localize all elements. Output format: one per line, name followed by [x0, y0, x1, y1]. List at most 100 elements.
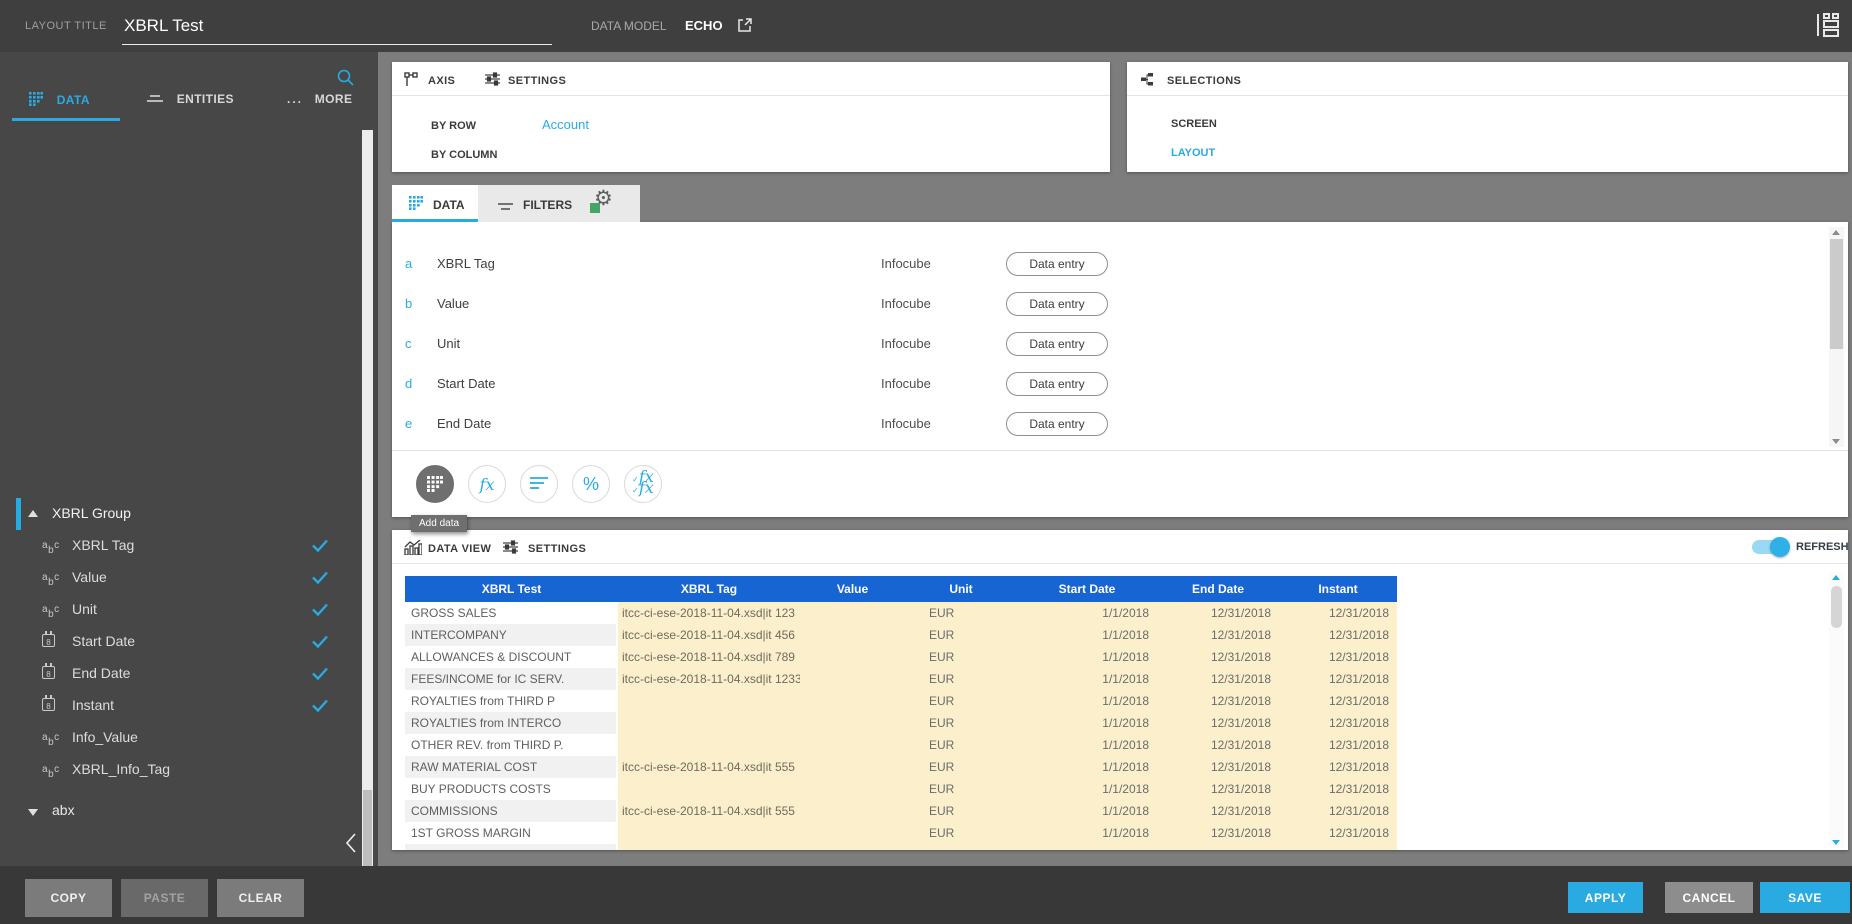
field-row-end-date[interactable]: eEnd DateInfocubeData entry: [392, 404, 1812, 444]
collapse-triangle-icon[interactable]: [28, 510, 38, 517]
layout-settings-gear-icon[interactable]: ⚙: [586, 185, 622, 222]
tab-data-view[interactable]: DATA VIEW: [428, 543, 491, 555]
toggle-knob[interactable]: [1770, 537, 1790, 557]
paste-button[interactable]: PASTE: [121, 879, 208, 917]
scroll-down-icon[interactable]: [1832, 439, 1840, 444]
formula-check-button[interactable]: ✓fx✓fx: [624, 465, 662, 503]
column-header-xbrl-test[interactable]: XBRL Test: [405, 576, 618, 602]
add-data-button[interactable]: [416, 465, 454, 503]
settings-sliders-icon: [503, 540, 518, 559]
table-row-intercompany[interactable]: INTERCOMPANYitcc-ci-ese-2018-11-04.xsd|i…: [405, 624, 1397, 646]
table-row-royalties-from-interco[interactable]: ROYALTIES from INTERCOEUR1/1/201812/31/2…: [405, 712, 1397, 734]
cell: 12/31/2018: [1279, 756, 1397, 778]
cell: 1/1/2018: [1017, 800, 1157, 822]
table-row-commissions[interactable]: COMMISSIONSitcc-ci-ese-2018-11-04.xsd|it…: [405, 800, 1397, 822]
percent-button[interactable]: %: [572, 465, 610, 503]
data-entry-button[interactable]: Data entry: [1006, 292, 1108, 316]
grid-icon: [409, 196, 423, 215]
tree-item-end-date[interactable]: 8End Date: [0, 658, 356, 690]
scroll-down-icon[interactable]: [1832, 840, 1840, 845]
tree-item-start-date[interactable]: 8Start Date: [0, 626, 356, 658]
collapse-sidebar-icon[interactable]: [344, 832, 360, 854]
tree-item-info-value[interactable]: abcInfo_Value: [0, 722, 356, 754]
field-row-start-date[interactable]: dStart DateInfocubeData entry: [392, 364, 1812, 404]
tree-item-unit[interactable]: abcUnit: [0, 594, 356, 626]
tab-filters-label: FILTERS: [523, 198, 572, 212]
table-row-allowances-discount[interactable]: ALLOWANCES & DISCOUNTitcc-ci-ese-2018-11…: [405, 646, 1397, 668]
check-fx-icon: ✓fx✓fx: [632, 473, 654, 495]
scroll-up-icon[interactable]: [1832, 230, 1840, 235]
table-row-other-rev-from-third-p[interactable]: OTHER REV. from THIRD P.EUR1/1/201812/31…: [405, 734, 1397, 756]
field-row-unit[interactable]: cUnitInfocubeData entry: [392, 324, 1812, 364]
table-row-fees-income-for-ic-serv[interactable]: FEES/INCOME for IC SERV.itcc-ci-ese-2018…: [405, 668, 1397, 690]
copy-button[interactable]: COPY: [25, 879, 112, 917]
data-entry-button[interactable]: Data entry: [1006, 252, 1108, 276]
field-row-xbrl-tag[interactable]: aXBRL TagInfocubeData entry: [392, 244, 1812, 284]
data-entry-button[interactable]: Data entry: [1006, 372, 1108, 396]
sidebar-tab-data[interactable]: DATA: [29, 92, 90, 120]
save-button[interactable]: SAVE: [1760, 882, 1850, 913]
scrollbar-thumb[interactable]: [1831, 586, 1842, 628]
tree-item-xbrl-tag[interactable]: abcXBRL Tag: [0, 530, 356, 562]
tab-filters[interactable]: FILTERS ⚙: [478, 185, 640, 222]
sidebar-scrollbar[interactable]: [362, 130, 373, 878]
refresh-toggle[interactable]: [1752, 540, 1788, 554]
field-name: Value: [437, 296, 469, 311]
table-row-salaries[interactable]: SALARIESitcc-ci-ese-2018-11-04.xsd|it 99…: [405, 844, 1397, 850]
clear-button[interactable]: CLEAR: [217, 879, 304, 917]
sort-button[interactable]: [520, 465, 558, 503]
tab-data[interactable]: DATA: [392, 185, 478, 222]
layout-designer-icon[interactable]: [1814, 13, 1840, 37]
cell: 1/1/2018: [1017, 668, 1157, 690]
tree-item-xbrl-info-tag[interactable]: abcXBRL_Info_Tag: [0, 754, 356, 786]
tab-axis-settings[interactable]: SETTINGS: [508, 75, 566, 87]
scrollbar-thumb[interactable]: [363, 790, 372, 878]
sidebar-tab-entities[interactable]: ENTITIES: [147, 92, 234, 120]
apply-button[interactable]: APPLY: [1568, 882, 1643, 913]
data-entry-button[interactable]: Data entry: [1006, 412, 1108, 436]
column-header-xbrl-tag[interactable]: XBRL Tag: [618, 576, 800, 602]
active-tab-underline: [392, 219, 478, 222]
formula-button[interactable]: fx: [468, 465, 506, 503]
column-header-value[interactable]: Value: [800, 576, 905, 602]
field-row-value[interactable]: bValueInfocubeData entry: [392, 284, 1812, 324]
by-row-value[interactable]: Account: [542, 117, 589, 132]
table-row-buy-products-costs[interactable]: BUY PRODUCTS COSTSEUR1/1/201812/31/20181…: [405, 778, 1397, 800]
search-icon[interactable]: [336, 68, 355, 87]
cell: itcc-ci-ese-2018-11-04.xsd|it 555: [618, 756, 800, 778]
tree-group-xbrl-group[interactable]: XBRL Group: [0, 498, 356, 530]
column-header-unit[interactable]: Unit: [905, 576, 1017, 602]
column-header-end-date[interactable]: End Date: [1157, 576, 1279, 602]
cell: [800, 734, 905, 756]
selections-layout-link[interactable]: LAYOUT: [1171, 147, 1215, 159]
cell: ROYALTIES from INTERCO: [405, 712, 618, 734]
tree-item-value[interactable]: abcValue: [0, 562, 356, 594]
data-view-scrollbar[interactable]: [1829, 572, 1844, 848]
cell: 12/31/2018: [1157, 602, 1279, 624]
sidebar-tab-more[interactable]: ... MORE: [287, 92, 352, 120]
expand-triangle-icon[interactable]: [28, 809, 38, 816]
data-panel-scrollbar[interactable]: [1829, 227, 1844, 447]
table-row-1st-gross-margin[interactable]: 1ST GROSS MARGINEUR1/1/201812/31/201812/…: [405, 822, 1397, 844]
top-bar: LAYOUT TITLE DATA MODEL ECHO: [0, 0, 1852, 52]
tab-data-view-settings[interactable]: SETTINGS: [528, 543, 586, 555]
column-header-start-date[interactable]: Start Date: [1017, 576, 1157, 602]
tree-item-instant[interactable]: 8Instant: [0, 690, 356, 722]
cell: 12/31/2018: [1279, 778, 1397, 800]
column-header-instant[interactable]: Instant: [1279, 576, 1397, 602]
selections-screen-link[interactable]: SCREEN: [1171, 118, 1217, 130]
layout-title-input[interactable]: [122, 7, 552, 45]
table-row-raw-material-cost[interactable]: RAW MATERIAL COSTitcc-ci-ese-2018-11-04.…: [405, 756, 1397, 778]
table-row-gross-sales[interactable]: GROSS SALESitcc-ci-ese-2018-11-04.xsd|it…: [405, 602, 1397, 624]
cell: 1/1/2018: [1017, 712, 1157, 734]
tree-group-abx[interactable]: abx: [0, 796, 356, 826]
data-entry-button[interactable]: Data entry: [1006, 332, 1108, 356]
cancel-button[interactable]: CANCEL: [1665, 882, 1753, 913]
scroll-up-icon[interactable]: [1832, 575, 1840, 580]
check-icon: [312, 571, 328, 589]
scrollbar-thumb[interactable]: [1830, 239, 1843, 349]
tree-item-label: Value: [72, 569, 107, 585]
external-link-icon[interactable]: [737, 17, 753, 33]
tab-axis[interactable]: AXIS: [428, 75, 455, 87]
table-row-royalties-from-third-p[interactable]: ROYALTIES from THIRD PEUR1/1/201812/31/2…: [405, 690, 1397, 712]
